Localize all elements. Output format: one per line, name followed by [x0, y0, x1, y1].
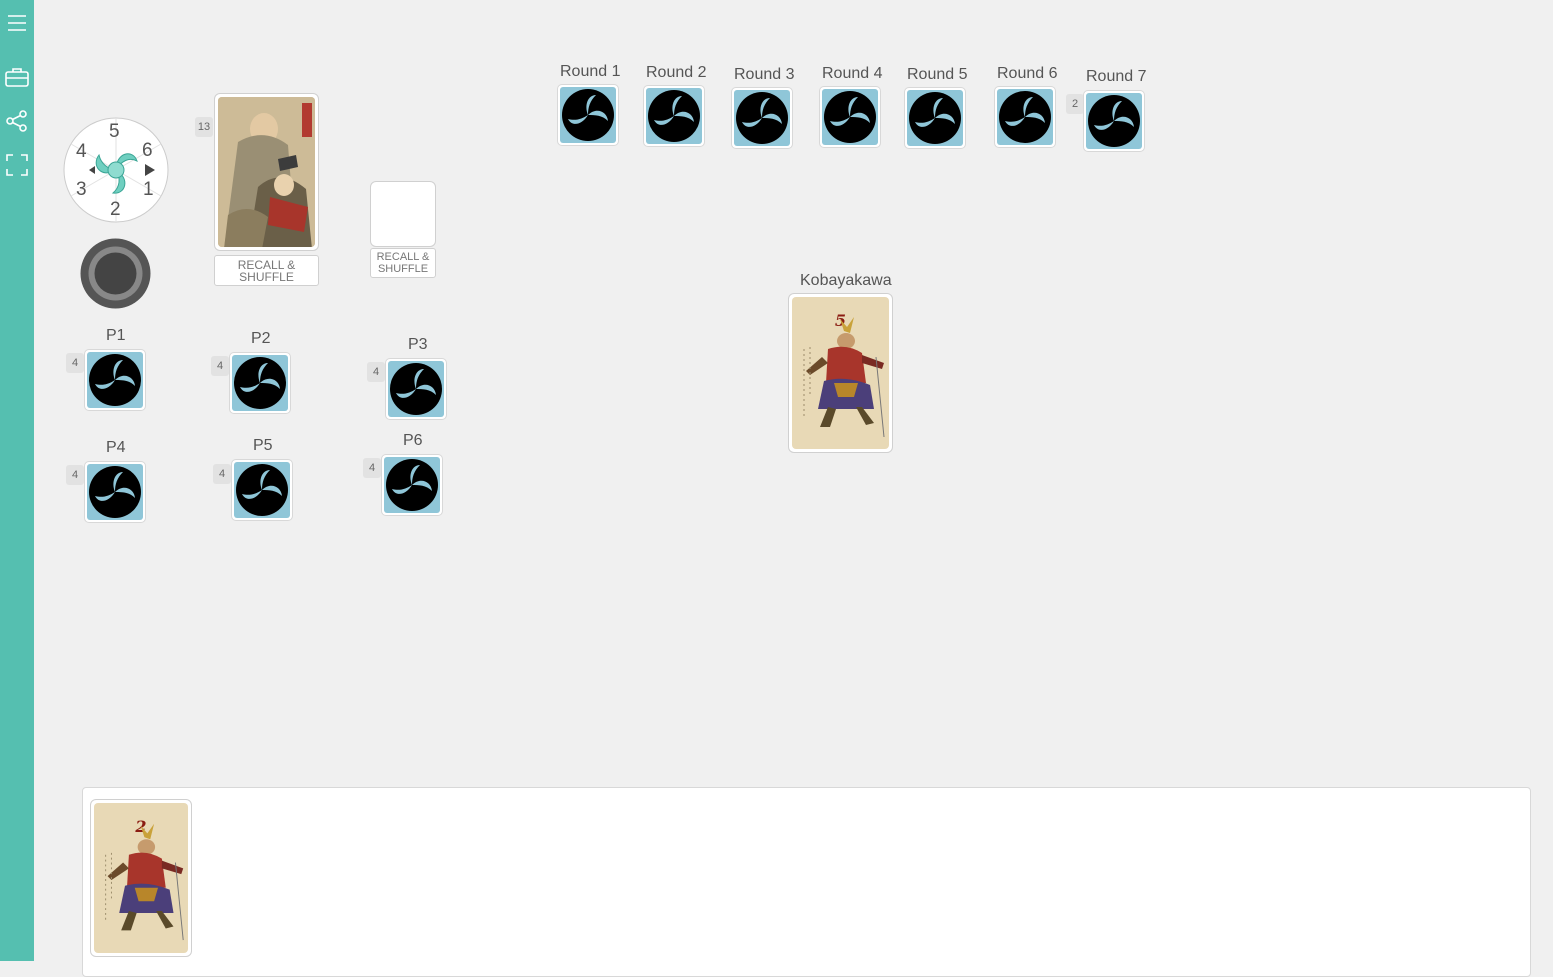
player-count: 4 [66, 353, 84, 373]
round-label: Round 7 [1086, 68, 1147, 85]
round-count: 2 [1066, 94, 1084, 114]
player-label: P1 [106, 327, 126, 344]
sidebar [0, 0, 34, 961]
samurai-illustration [105, 823, 184, 941]
dice-wheel[interactable]: 5 6 1 2 3 4 [63, 117, 169, 223]
wheel-number: 2 [110, 199, 121, 220]
player-chip[interactable] [84, 349, 146, 411]
round-chip[interactable] [994, 86, 1056, 148]
tomoe-icon [386, 459, 438, 511]
player-count: 4 [363, 458, 381, 478]
tomoe-icon [909, 92, 961, 144]
player-count: 4 [213, 464, 231, 484]
round-chip[interactable] [731, 87, 793, 149]
tomoe-icon [89, 354, 141, 406]
menu-icon[interactable] [0, 8, 34, 38]
round-label: Round 4 [822, 65, 883, 82]
hand-card[interactable]: 2 [90, 799, 192, 957]
round-chip[interactable] [904, 87, 966, 149]
player-count: 4 [66, 465, 84, 485]
round-chip[interactable] [643, 85, 705, 147]
player-count: 4 [367, 362, 385, 382]
token[interactable] [80, 238, 151, 309]
kobayakawa-label: Kobayakawa [800, 272, 892, 289]
player-chip[interactable] [381, 454, 443, 516]
discard-pile[interactable] [370, 181, 436, 247]
tomoe-icon [824, 91, 876, 143]
tomoe-icon [234, 357, 286, 409]
round-label: Round 5 [907, 66, 968, 83]
player-hand: 2 [82, 787, 1531, 977]
tomoe-icon [89, 466, 141, 518]
tomoe-icon [736, 92, 788, 144]
wheel-number: 1 [143, 179, 154, 200]
tomoe-icon [648, 90, 700, 142]
player-label: P5 [253, 437, 273, 454]
round-label: Round 6 [997, 65, 1058, 82]
wheel-number: 3 [76, 179, 87, 200]
kobayakawa-card[interactable]: 5 [788, 293, 893, 453]
tomoe-icon [1088, 95, 1140, 147]
round-chip[interactable] [819, 86, 881, 148]
wheel-number: 4 [76, 141, 87, 162]
player-label: P6 [403, 432, 423, 449]
deck-recall-shuffle-button[interactable]: RECALL & SHUFFLE [214, 255, 319, 286]
briefcase-icon[interactable] [0, 62, 34, 92]
player-label: P2 [251, 330, 271, 347]
round-chip[interactable] [557, 84, 619, 146]
player-chip[interactable] [231, 459, 293, 521]
share-icon[interactable] [0, 106, 34, 136]
round-label: Round 3 [734, 66, 795, 83]
player-count: 4 [211, 356, 229, 376]
round-label: Round 2 [646, 64, 707, 81]
player-chip[interactable] [385, 358, 447, 420]
player-chip[interactable] [84, 461, 146, 523]
round-label: Round 1 [560, 63, 621, 80]
round-chip[interactable] [1083, 90, 1145, 152]
deck-count: 13 [195, 117, 213, 137]
samurai-illustration [803, 317, 885, 438]
wheel-number: 5 [109, 121, 120, 142]
player-chip[interactable] [229, 352, 291, 414]
tomoe-icon [236, 464, 288, 516]
deck-card[interactable] [214, 93, 319, 251]
player-label: P3 [408, 336, 428, 353]
fullscreen-icon[interactable] [0, 150, 34, 180]
player-label: P4 [106, 439, 126, 456]
tomoe-icon [562, 89, 614, 141]
discard-recall-shuffle-button[interactable]: RECALL & SHUFFLE [370, 248, 436, 278]
tomoe-icon [390, 363, 442, 415]
tomoe-icon [999, 91, 1051, 143]
wheel-number: 6 [142, 140, 153, 161]
